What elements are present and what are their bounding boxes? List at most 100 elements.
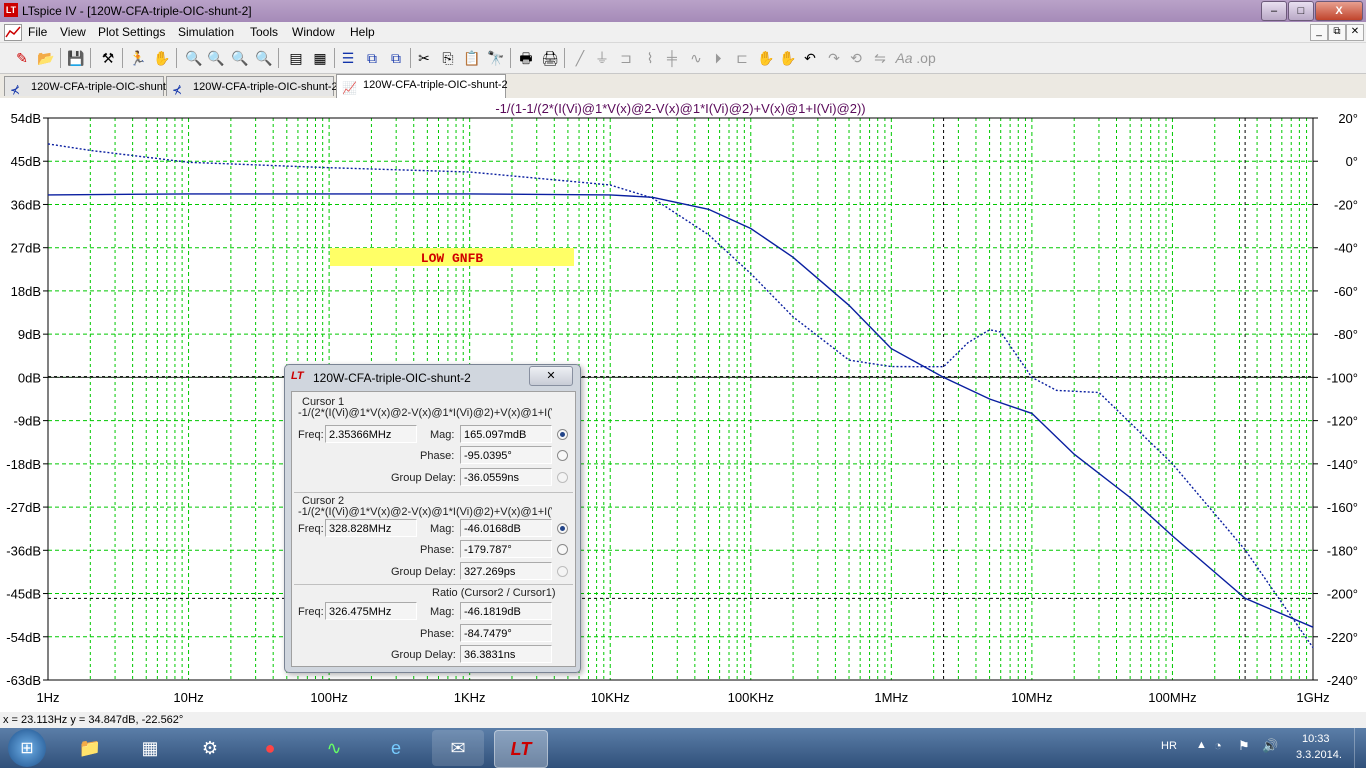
- open-folder-icon[interactable]: 📂: [36, 48, 56, 68]
- action-center-icon[interactable]: ⚑: [1238, 738, 1250, 754]
- drag-icon[interactable]: ✋: [778, 48, 798, 68]
- menu-plot-settings[interactable]: Plot Settings: [98, 25, 165, 39]
- cursor1-freq-field[interactable]: 2.35366MHz: [325, 425, 417, 443]
- label-net-icon[interactable]: ⊐: [616, 48, 636, 68]
- show-desktop-button[interactable]: [1354, 728, 1366, 768]
- y-left-tick-label: -9dB: [14, 414, 41, 429]
- cascade-icon[interactable]: ⧉: [362, 48, 382, 68]
- menu-file[interactable]: File: [28, 25, 47, 39]
- move-icon[interactable]: ✋: [756, 48, 776, 68]
- ground-icon[interactable]: ⏚: [592, 48, 612, 68]
- tab-schematic-1[interactable]: ⊀ 120W-CFA-triple-OIC-shunt: [4, 76, 166, 97]
- cursor-dialog[interactable]: LT 120W-CFA-triple-OIC-shunt-2 ✕ Cursor …: [284, 364, 581, 673]
- cursor2-mag-radio[interactable]: [557, 523, 568, 534]
- cursor1-phase-field[interactable]: -95.0395°: [460, 446, 552, 464]
- zoom-in-icon[interactable]: 🔍: [184, 48, 204, 68]
- cursor1-mag-field[interactable]: 165.097mdB: [460, 425, 552, 443]
- dialog-close-button[interactable]: ✕: [529, 366, 573, 386]
- inductor-icon[interactable]: ∿: [686, 48, 706, 68]
- mirror-icon[interactable]: ⇋: [870, 48, 890, 68]
- spice-directive-icon[interactable]: .op: [916, 48, 936, 68]
- magnitude-trace: [47, 193, 1314, 628]
- menu-tools[interactable]: Tools: [250, 25, 278, 39]
- wire-icon[interactable]: ╱: [570, 48, 590, 68]
- toolbar-separator: [278, 48, 279, 68]
- y-left-tick-label: -36dB: [6, 543, 41, 558]
- halt-icon[interactable]: ✋: [152, 48, 172, 68]
- cursor2-mag-field[interactable]: -46.0168dB: [460, 519, 552, 537]
- clock-date[interactable]: 3.3.2014.: [1296, 749, 1342, 761]
- internet-explorer-icon[interactable]: e: [370, 730, 422, 766]
- cut-icon[interactable]: ✂: [414, 48, 434, 68]
- save-icon[interactable]: 💾: [66, 48, 86, 68]
- ratio-group-delay-field[interactable]: 36.3831ns: [460, 645, 552, 663]
- app-orange-icon[interactable]: ▦: [124, 730, 176, 766]
- grid-icon[interactable]: ▦: [310, 48, 330, 68]
- control-panel-icon[interactable]: ⚒: [98, 48, 118, 68]
- utility-icon[interactable]: ⚙: [184, 730, 236, 766]
- mdi-minimize-button[interactable]: _: [1310, 24, 1328, 41]
- text-icon[interactable]: Aa: [894, 48, 914, 68]
- maximize-button[interactable]: □: [1288, 1, 1314, 21]
- minimize-button[interactable]: –: [1261, 1, 1287, 21]
- mdi-close-button[interactable]: ✕: [1346, 24, 1364, 41]
- cursor1-gd-radio[interactable]: [557, 472, 568, 483]
- resistor-icon[interactable]: ⌇: [640, 48, 660, 68]
- menu-simulation[interactable]: Simulation: [178, 25, 234, 39]
- paste-icon[interactable]: 📋: [462, 48, 482, 68]
- run-icon[interactable]: 🏃: [128, 48, 148, 68]
- ratio-phase-field[interactable]: -84.7479°: [460, 624, 552, 642]
- close-button[interactable]: X: [1315, 1, 1363, 21]
- cursor2-gd-radio[interactable]: [557, 566, 568, 577]
- cursor2-group-delay-field[interactable]: 327.269ps: [460, 562, 552, 580]
- mdi-restore-button[interactable]: ⧉: [1328, 24, 1346, 41]
- copy-icon[interactable]: ⎘: [438, 48, 458, 68]
- explorer-icon[interactable]: 📁: [64, 730, 116, 766]
- cursor2-freq-field[interactable]: 328.828MHz: [325, 519, 417, 537]
- oscilloscope-icon[interactable]: ∿: [308, 730, 360, 766]
- zoom-fit-icon[interactable]: 🔍: [254, 48, 274, 68]
- dialog-body: Cursor 1 -1/(2*(I(Vi)@1*V(x)@2-V(x)@1*I(…: [291, 391, 576, 667]
- cursor1-phase-radio[interactable]: [557, 450, 568, 461]
- language-indicator[interactable]: HR: [1161, 740, 1177, 752]
- bode-plot[interactable]: 1Hz 10Hz 100Hz 1KHz 10KHz 100KHz 1MHz 10MHz 100M…: [0, 98, 1366, 712]
- redo-icon[interactable]: ↷: [824, 48, 844, 68]
- plot-area[interactable]: 1Hz 10Hz 100Hz 1KHz 10KHz 100KHz 1MHz 10MHz 100M…: [0, 98, 1366, 712]
- print-preview-icon[interactable]: 🖶: [516, 48, 536, 68]
- start-button-icon[interactable]: ⊞: [8, 729, 46, 767]
- toolbar-separator: [510, 48, 511, 68]
- menu-help[interactable]: Help: [350, 25, 375, 39]
- zoom-area-icon[interactable]: 🔍: [206, 48, 226, 68]
- zoom-out-icon[interactable]: 🔍: [230, 48, 250, 68]
- tab-schematic-2[interactable]: ⊀ 120W-CFA-triple-OIC-shunt-2: [166, 76, 338, 97]
- show-hidden-icons-icon[interactable]: ▲: [1196, 739, 1207, 751]
- y-left-tick-label: 45dB: [11, 154, 41, 169]
- ltspice-taskbar-icon[interactable]: LT: [494, 730, 548, 768]
- antivirus-icon[interactable]: ●: [244, 730, 296, 766]
- cursor2-phase-radio[interactable]: [557, 544, 568, 555]
- clock-time[interactable]: 10:33: [1302, 733, 1330, 745]
- tile-vertical-icon[interactable]: ⧉: [386, 48, 406, 68]
- diode-icon[interactable]: ⏵: [708, 48, 728, 68]
- cursor1-group-delay-field[interactable]: -36.0559ns: [460, 468, 552, 486]
- y-left-tick-label: -54dB: [6, 630, 41, 645]
- new-schematic-icon[interactable]: ✎: [12, 48, 32, 68]
- undo-icon[interactable]: ↶: [800, 48, 820, 68]
- tile-horizontal-icon[interactable]: ☰: [338, 48, 358, 68]
- print-icon[interactable]: 🖨: [540, 48, 560, 68]
- component-icon[interactable]: ⊏: [732, 48, 752, 68]
- cursor1-mag-radio[interactable]: [557, 429, 568, 440]
- tab-plot-2[interactable]: 📈 120W-CFA-triple-OIC-shunt-2: [336, 74, 508, 98]
- volume-icon[interactable]: 🔊: [1262, 738, 1278, 754]
- capacitor-icon[interactable]: ╪: [662, 48, 682, 68]
- sync-icon[interactable]: ◔: [1214, 738, 1222, 753]
- mail-app-icon[interactable]: ✉: [432, 730, 484, 766]
- ratio-freq-field[interactable]: 326.475MHz: [325, 602, 417, 620]
- cursor2-phase-field[interactable]: -179.787°: [460, 540, 552, 558]
- menu-window[interactable]: Window: [292, 25, 335, 39]
- find-icon[interactable]: 🔭: [486, 48, 506, 68]
- ratio-mag-field[interactable]: -46.1819dB: [460, 602, 552, 620]
- autorange-icon[interactable]: ▤: [286, 48, 306, 68]
- menu-view[interactable]: View: [60, 25, 86, 39]
- rotate-icon[interactable]: ⟲: [846, 48, 866, 68]
